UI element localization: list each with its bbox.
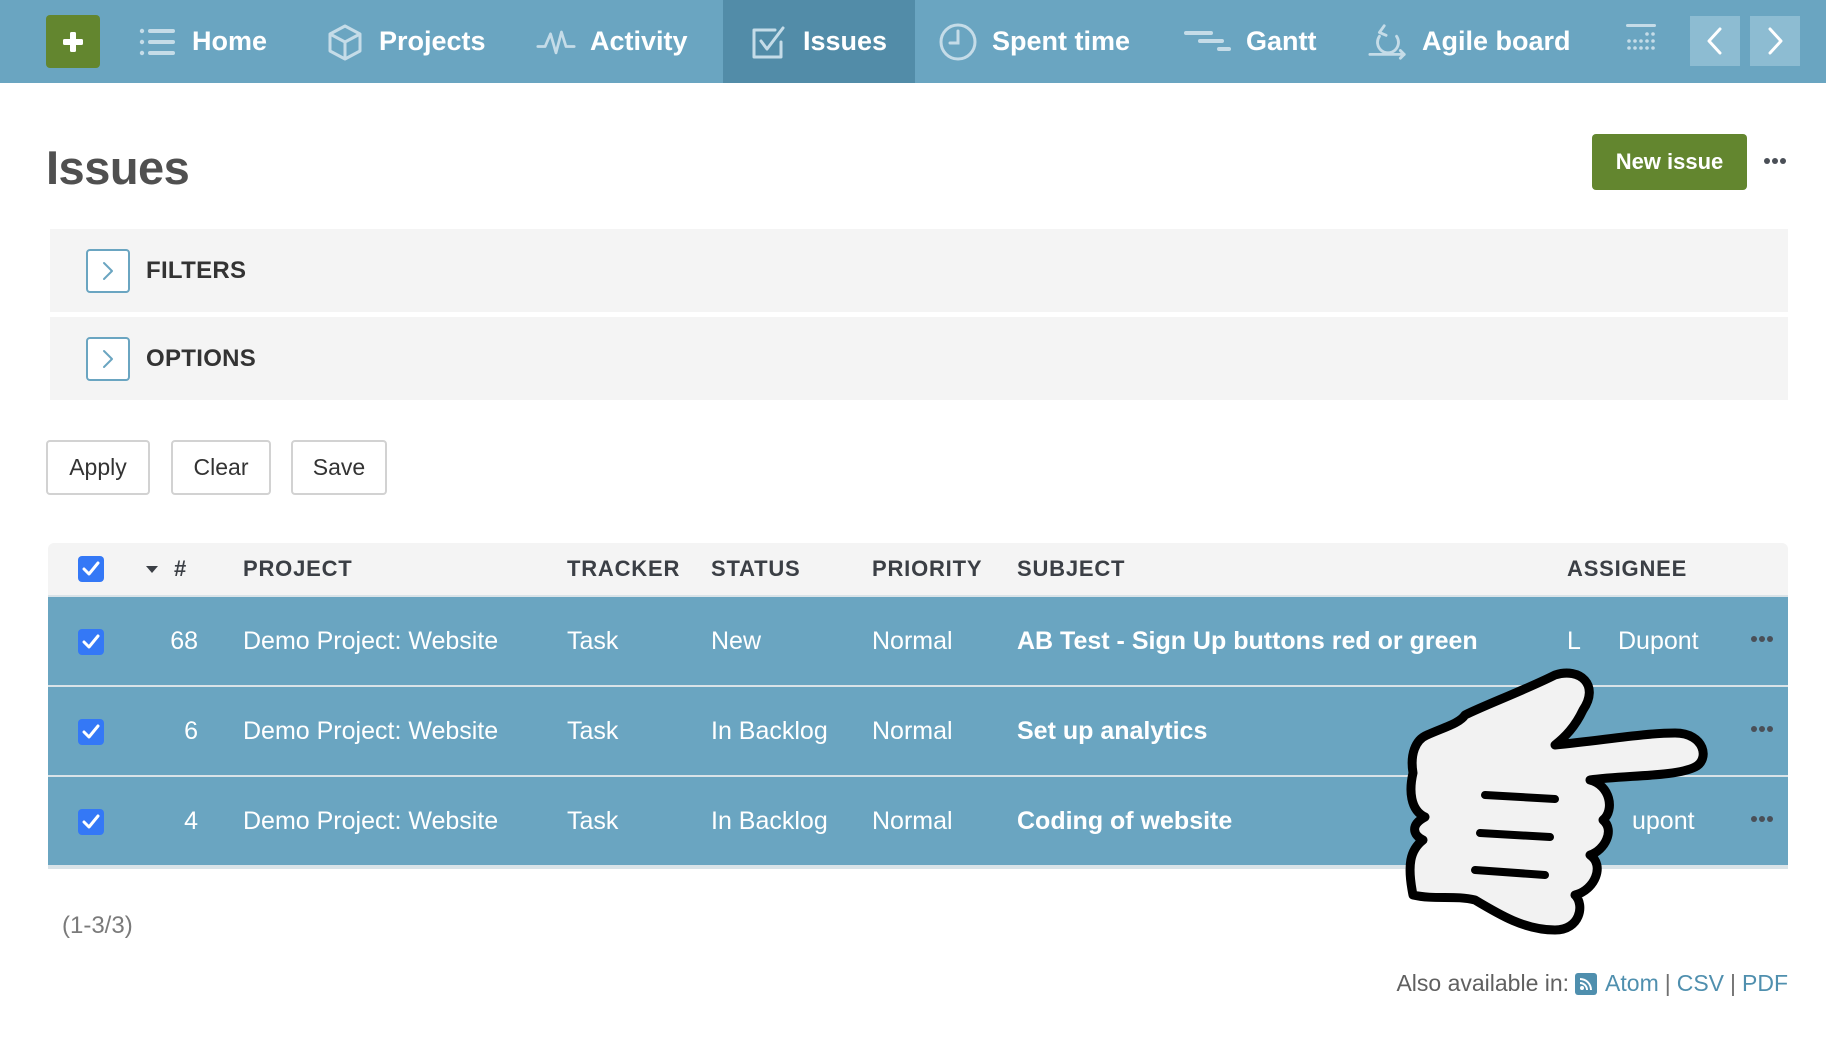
chevron-left-icon bbox=[1707, 27, 1722, 55]
row-menu-icon[interactable] bbox=[1751, 636, 1773, 642]
cell-id[interactable]: 6 bbox=[148, 687, 198, 775]
row-checkbox[interactable] bbox=[78, 809, 104, 835]
clock-icon bbox=[938, 22, 978, 62]
nav-label: Issues bbox=[803, 26, 888, 56]
top-navigation: Home Projects Activity Issues Spent time… bbox=[0, 0, 1826, 83]
nav-item-home[interactable]: Home bbox=[138, 0, 267, 83]
cell-subject[interactable]: AB Test - Sign Up buttons red or green bbox=[1017, 597, 1478, 685]
cell-priority: Normal bbox=[872, 716, 953, 745]
table-bottom-border bbox=[48, 865, 1788, 869]
quick-add-button[interactable] bbox=[46, 15, 100, 68]
chevron-right-icon bbox=[103, 261, 113, 280]
cell-status: New bbox=[711, 626, 762, 655]
nav-scroll-right-button[interactable] bbox=[1750, 16, 1800, 66]
checkmark-icon bbox=[82, 724, 100, 739]
nav-item-gantt[interactable]: Gantt bbox=[1184, 0, 1317, 83]
options-toggle[interactable] bbox=[86, 336, 130, 381]
column-header-id[interactable]: # bbox=[174, 543, 187, 595]
filters-panel[interactable]: FILTERS bbox=[50, 229, 1788, 312]
export-csv-link[interactable]: CSV bbox=[1677, 970, 1724, 997]
row-menu-icon[interactable] bbox=[1751, 726, 1773, 732]
cube-icon bbox=[325, 22, 365, 62]
row-checkbox[interactable] bbox=[78, 719, 104, 745]
cell-status: In Backlog bbox=[711, 716, 828, 745]
list-icon bbox=[138, 22, 178, 62]
row-checkbox[interactable] bbox=[78, 629, 104, 655]
cell-assignee-prefix: L bbox=[1567, 626, 1581, 655]
column-header-tracker[interactable]: TRACKER bbox=[567, 543, 680, 595]
column-header-project[interactable]: PROJECT bbox=[243, 543, 353, 595]
clear-button[interactable]: Clear bbox=[171, 440, 271, 495]
row-menu-icon[interactable] bbox=[1751, 816, 1773, 822]
page-title: Issues bbox=[46, 141, 190, 194]
nav-item-activity[interactable]: Activity bbox=[536, 0, 688, 83]
export-pdf-link[interactable]: PDF bbox=[1742, 970, 1788, 997]
ellipsis-icon[interactable] bbox=[1764, 158, 1786, 164]
table-row[interactable]: 6 Demo Project: Website Task In Backlog … bbox=[48, 685, 1788, 775]
new-issue-button[interactable]: New issue bbox=[1592, 134, 1747, 190]
cell-project[interactable]: Demo Project: Website bbox=[243, 597, 498, 685]
result-count: (1-3/3) bbox=[62, 912, 133, 939]
select-all-checkbox[interactable] bbox=[78, 556, 104, 582]
cell-assignee[interactable]: Dupont bbox=[1618, 597, 1699, 685]
checkbox-icon bbox=[749, 22, 789, 62]
nav-label: Home bbox=[192, 26, 268, 56]
checkmark-icon bbox=[82, 814, 100, 829]
cell-assignee[interactable]: upont bbox=[1632, 777, 1695, 865]
sort-desc-icon[interactable] bbox=[145, 543, 159, 595]
cell-id[interactable]: 68 bbox=[148, 597, 198, 685]
cell-subject[interactable]: Set up analytics bbox=[1017, 687, 1207, 775]
nav-item-projects[interactable]: Projects bbox=[325, 0, 486, 83]
filters-label: FILTERS bbox=[146, 256, 247, 284]
chevron-right-icon bbox=[103, 349, 113, 368]
save-button[interactable]: Save bbox=[291, 440, 387, 495]
cell-tracker: Task bbox=[567, 716, 619, 745]
nav-item-agile-board[interactable]: Agile board bbox=[1368, 0, 1571, 83]
cell-status: In Backlog bbox=[711, 806, 828, 835]
nav-scroll-left-button[interactable] bbox=[1690, 16, 1740, 66]
table-header: # PROJECT TRACKER STATUS PRIORITY SUBJEC… bbox=[48, 543, 1788, 595]
also-available-label: Also available in: bbox=[1396, 970, 1570, 996]
nav-item-issues[interactable]: Issues bbox=[723, 0, 915, 83]
plus-icon bbox=[63, 31, 83, 52]
column-header-status[interactable]: STATUS bbox=[711, 543, 801, 595]
nav-label: Activity bbox=[590, 26, 688, 56]
nav-label: Projects bbox=[379, 26, 486, 56]
cell-priority: Normal bbox=[872, 626, 953, 655]
cell-tracker: Task bbox=[567, 806, 619, 835]
table-row[interactable]: 68 Demo Project: Website Task New Normal… bbox=[48, 595, 1788, 685]
nav-label: Spent time bbox=[992, 26, 1131, 56]
options-label: OPTIONS bbox=[146, 344, 257, 372]
nav-label: Agile board bbox=[1422, 26, 1571, 56]
separator: | bbox=[1730, 970, 1736, 996]
agile-cycle-icon bbox=[1368, 22, 1408, 62]
nav-item-spent-time[interactable]: Spent time bbox=[938, 0, 1130, 83]
pulse-icon bbox=[536, 22, 576, 62]
options-panel[interactable]: OPTIONS bbox=[50, 317, 1788, 400]
grid-more-icon[interactable] bbox=[1625, 20, 1665, 60]
cell-priority: Normal bbox=[872, 806, 953, 835]
checkmark-icon bbox=[82, 634, 100, 649]
column-header-priority[interactable]: PRIORITY bbox=[872, 543, 982, 595]
filters-toggle[interactable] bbox=[86, 248, 130, 293]
column-header-assignee[interactable]: ASSIGNEE bbox=[1567, 543, 1687, 595]
cell-project[interactable]: Demo Project: Website bbox=[243, 687, 498, 775]
cell-id[interactable]: 4 bbox=[148, 777, 198, 865]
rss-feed-icon bbox=[1575, 972, 1598, 995]
chevron-right-icon bbox=[1768, 27, 1783, 55]
issues-table: # PROJECT TRACKER STATUS PRIORITY SUBJEC… bbox=[48, 543, 1788, 869]
apply-button[interactable]: Apply bbox=[46, 440, 150, 495]
cell-tracker: Task bbox=[567, 626, 619, 655]
nav-label: Gantt bbox=[1246, 26, 1317, 56]
checkmark-icon bbox=[82, 561, 100, 576]
cell-subject[interactable]: Coding of website bbox=[1017, 777, 1232, 865]
separator: | bbox=[1664, 970, 1671, 996]
gantt-icon bbox=[1184, 22, 1232, 62]
column-header-subject[interactable]: SUBJECT bbox=[1017, 543, 1125, 595]
cell-project[interactable]: Demo Project: Website bbox=[243, 777, 498, 865]
export-atom-link[interactable]: Atom bbox=[1605, 970, 1659, 997]
table-row[interactable]: 4 Demo Project: Website Task In Backlog … bbox=[48, 775, 1788, 865]
export-formats: Also available in: Atom | CSV | PDF bbox=[1396, 970, 1788, 997]
